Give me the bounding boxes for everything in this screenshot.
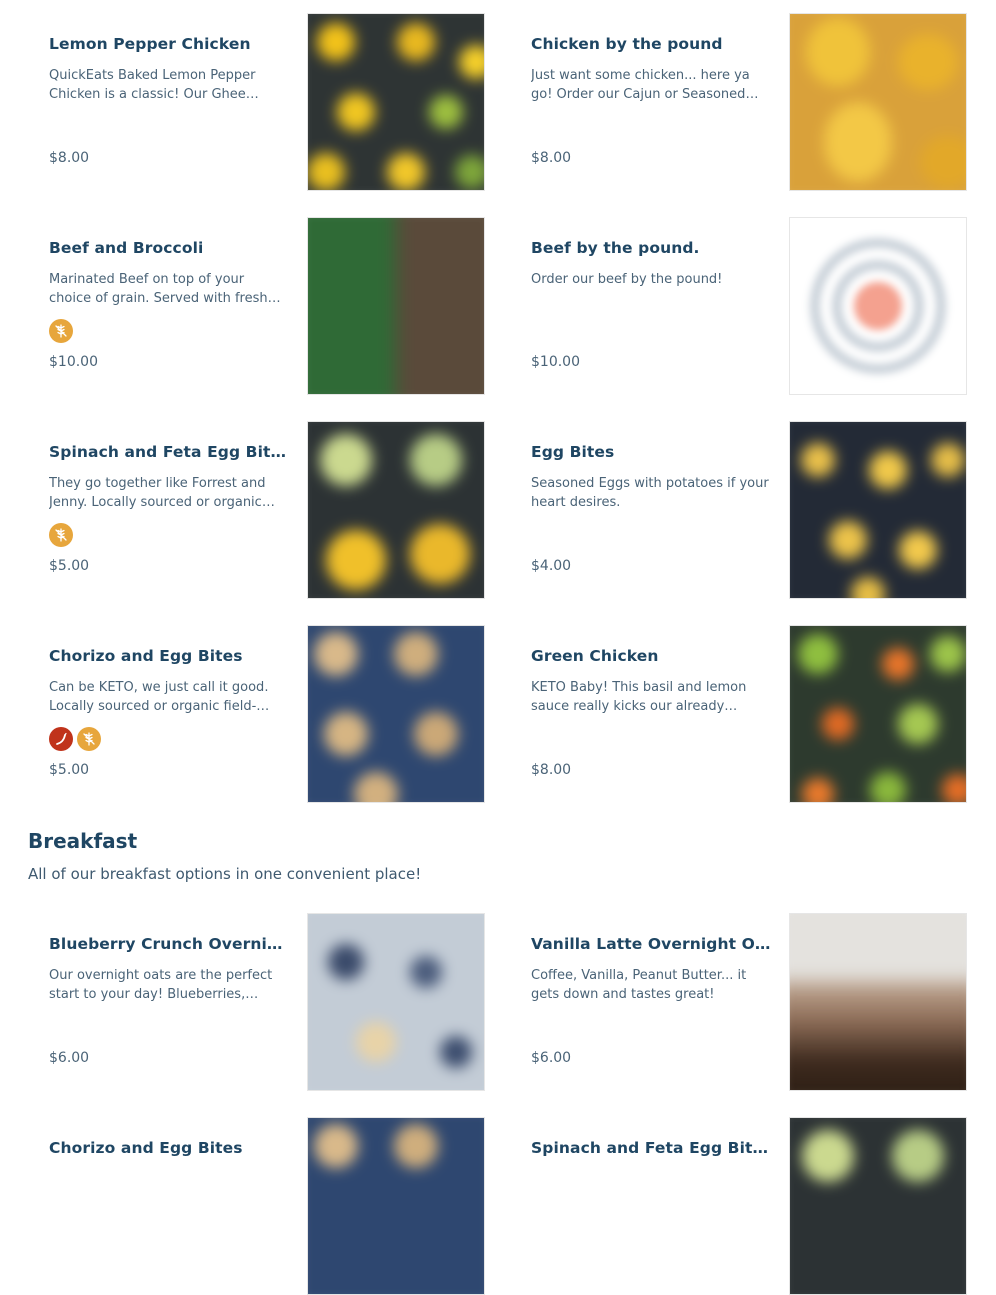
gluten-free-icon [77, 727, 101, 751]
item-price: $5.00 [49, 558, 90, 574]
item-title: Vanilla Latte Overnight Oats [531, 935, 771, 953]
item-image[interactable] [307, 625, 485, 803]
item-description: Seasoned Eggs with potatoes if your hear… [531, 476, 769, 510]
item-title: Spinach and Feta Egg Bites [49, 443, 289, 461]
item-price: $4.00 [531, 558, 572, 574]
dietary-badges [49, 727, 101, 751]
item-description: Order our beef by the pound! [531, 272, 723, 287]
menu-item-card[interactable]: Beef by the pound. Order our beef by the… [510, 217, 992, 395]
item-price: $8.00 [531, 762, 572, 778]
item-title: Beef by the pound. [531, 239, 700, 257]
menu-item-card[interactable]: Lemon Pepper Chicken QuickEats Baked Lem… [28, 13, 510, 191]
dietary-badges [49, 523, 73, 547]
item-price: $8.00 [531, 150, 572, 166]
item-image[interactable] [789, 625, 967, 803]
item-image[interactable] [307, 421, 485, 599]
item-image[interactable] [307, 217, 485, 395]
menu-item-card[interactable]: Beef and Broccoli Marinated Beef on top … [28, 217, 510, 395]
item-price: $5.00 [49, 762, 90, 778]
item-description: Marinated Beef on top of your choice of … [49, 272, 268, 306]
item-description: Can be KETO, we just call it good. Local… [49, 680, 269, 714]
dietary-badges [49, 319, 73, 343]
item-description: Coffee, Vanilla, Peanut Butter... it get… [531, 968, 747, 1002]
spicy-icon [49, 727, 73, 751]
item-title: Chorizo and Egg Bites [49, 1139, 243, 1157]
menu-item-card[interactable]: Spinach and Feta Egg Bites They go toget… [28, 421, 510, 599]
item-title: Green Chicken [531, 647, 659, 665]
item-price: $6.00 [49, 1050, 90, 1066]
menu-item-card[interactable]: Green Chicken KETO Baby! This basil and … [510, 625, 992, 803]
item-image[interactable] [789, 13, 967, 191]
item-description: They go together like Forrest and Jenny.… [49, 476, 266, 510]
item-title: Lemon Pepper Chicken [49, 35, 251, 53]
section-title: Breakfast [28, 829, 138, 853]
menu-item-card[interactable]: Chorizo and Egg Bites [28, 1117, 510, 1295]
menu-item-card[interactable]: Egg Bites Seasoned Eggs with potatoes if… [510, 421, 992, 599]
section-description: All of our breakfast options in one conv… [28, 865, 422, 883]
item-image[interactable] [307, 913, 485, 1091]
menu-item-card[interactable]: Spinach and Feta Egg Bites [510, 1117, 992, 1295]
item-title: Chicken by the pound [531, 35, 723, 53]
item-image[interactable] [789, 217, 967, 395]
item-price: $10.00 [49, 354, 98, 370]
item-title: Egg Bites [531, 443, 615, 461]
item-description: Our overnight oats are the perfect start… [49, 968, 273, 1002]
item-price: $8.00 [49, 150, 90, 166]
item-image[interactable] [789, 1117, 967, 1295]
item-description: Just want some chicken... here ya go! Or… [531, 68, 750, 102]
gluten-free-icon [49, 319, 73, 343]
item-image[interactable] [307, 13, 485, 191]
menu-item-card[interactable]: Chorizo and Egg Bites Can be KETO, we ju… [28, 625, 510, 803]
item-title: Blueberry Crunch Overnight Oats [49, 935, 289, 953]
item-title: Chorizo and Egg Bites [49, 647, 243, 665]
item-image[interactable] [307, 1117, 485, 1295]
menu-item-card[interactable]: Chicken by the pound Just want some chic… [510, 13, 992, 191]
item-description: QuickEats Baked Lemon Pepper Chicken is … [49, 68, 256, 102]
gluten-free-icon [49, 523, 73, 547]
item-image[interactable] [789, 421, 967, 599]
menu-item-card[interactable]: Blueberry Crunch Overnight Oats Our over… [28, 913, 510, 1091]
menu-item-card[interactable]: Vanilla Latte Overnight Oats Coffee, Van… [510, 913, 992, 1091]
item-image[interactable] [789, 913, 967, 1091]
item-title: Beef and Broccoli [49, 239, 204, 257]
item-price: $6.00 [531, 1050, 572, 1066]
item-title: Spinach and Feta Egg Bites [531, 1139, 771, 1157]
item-description: KETO Baby! This basil and lemon sauce re… [531, 680, 747, 714]
item-price: $10.00 [531, 354, 580, 370]
